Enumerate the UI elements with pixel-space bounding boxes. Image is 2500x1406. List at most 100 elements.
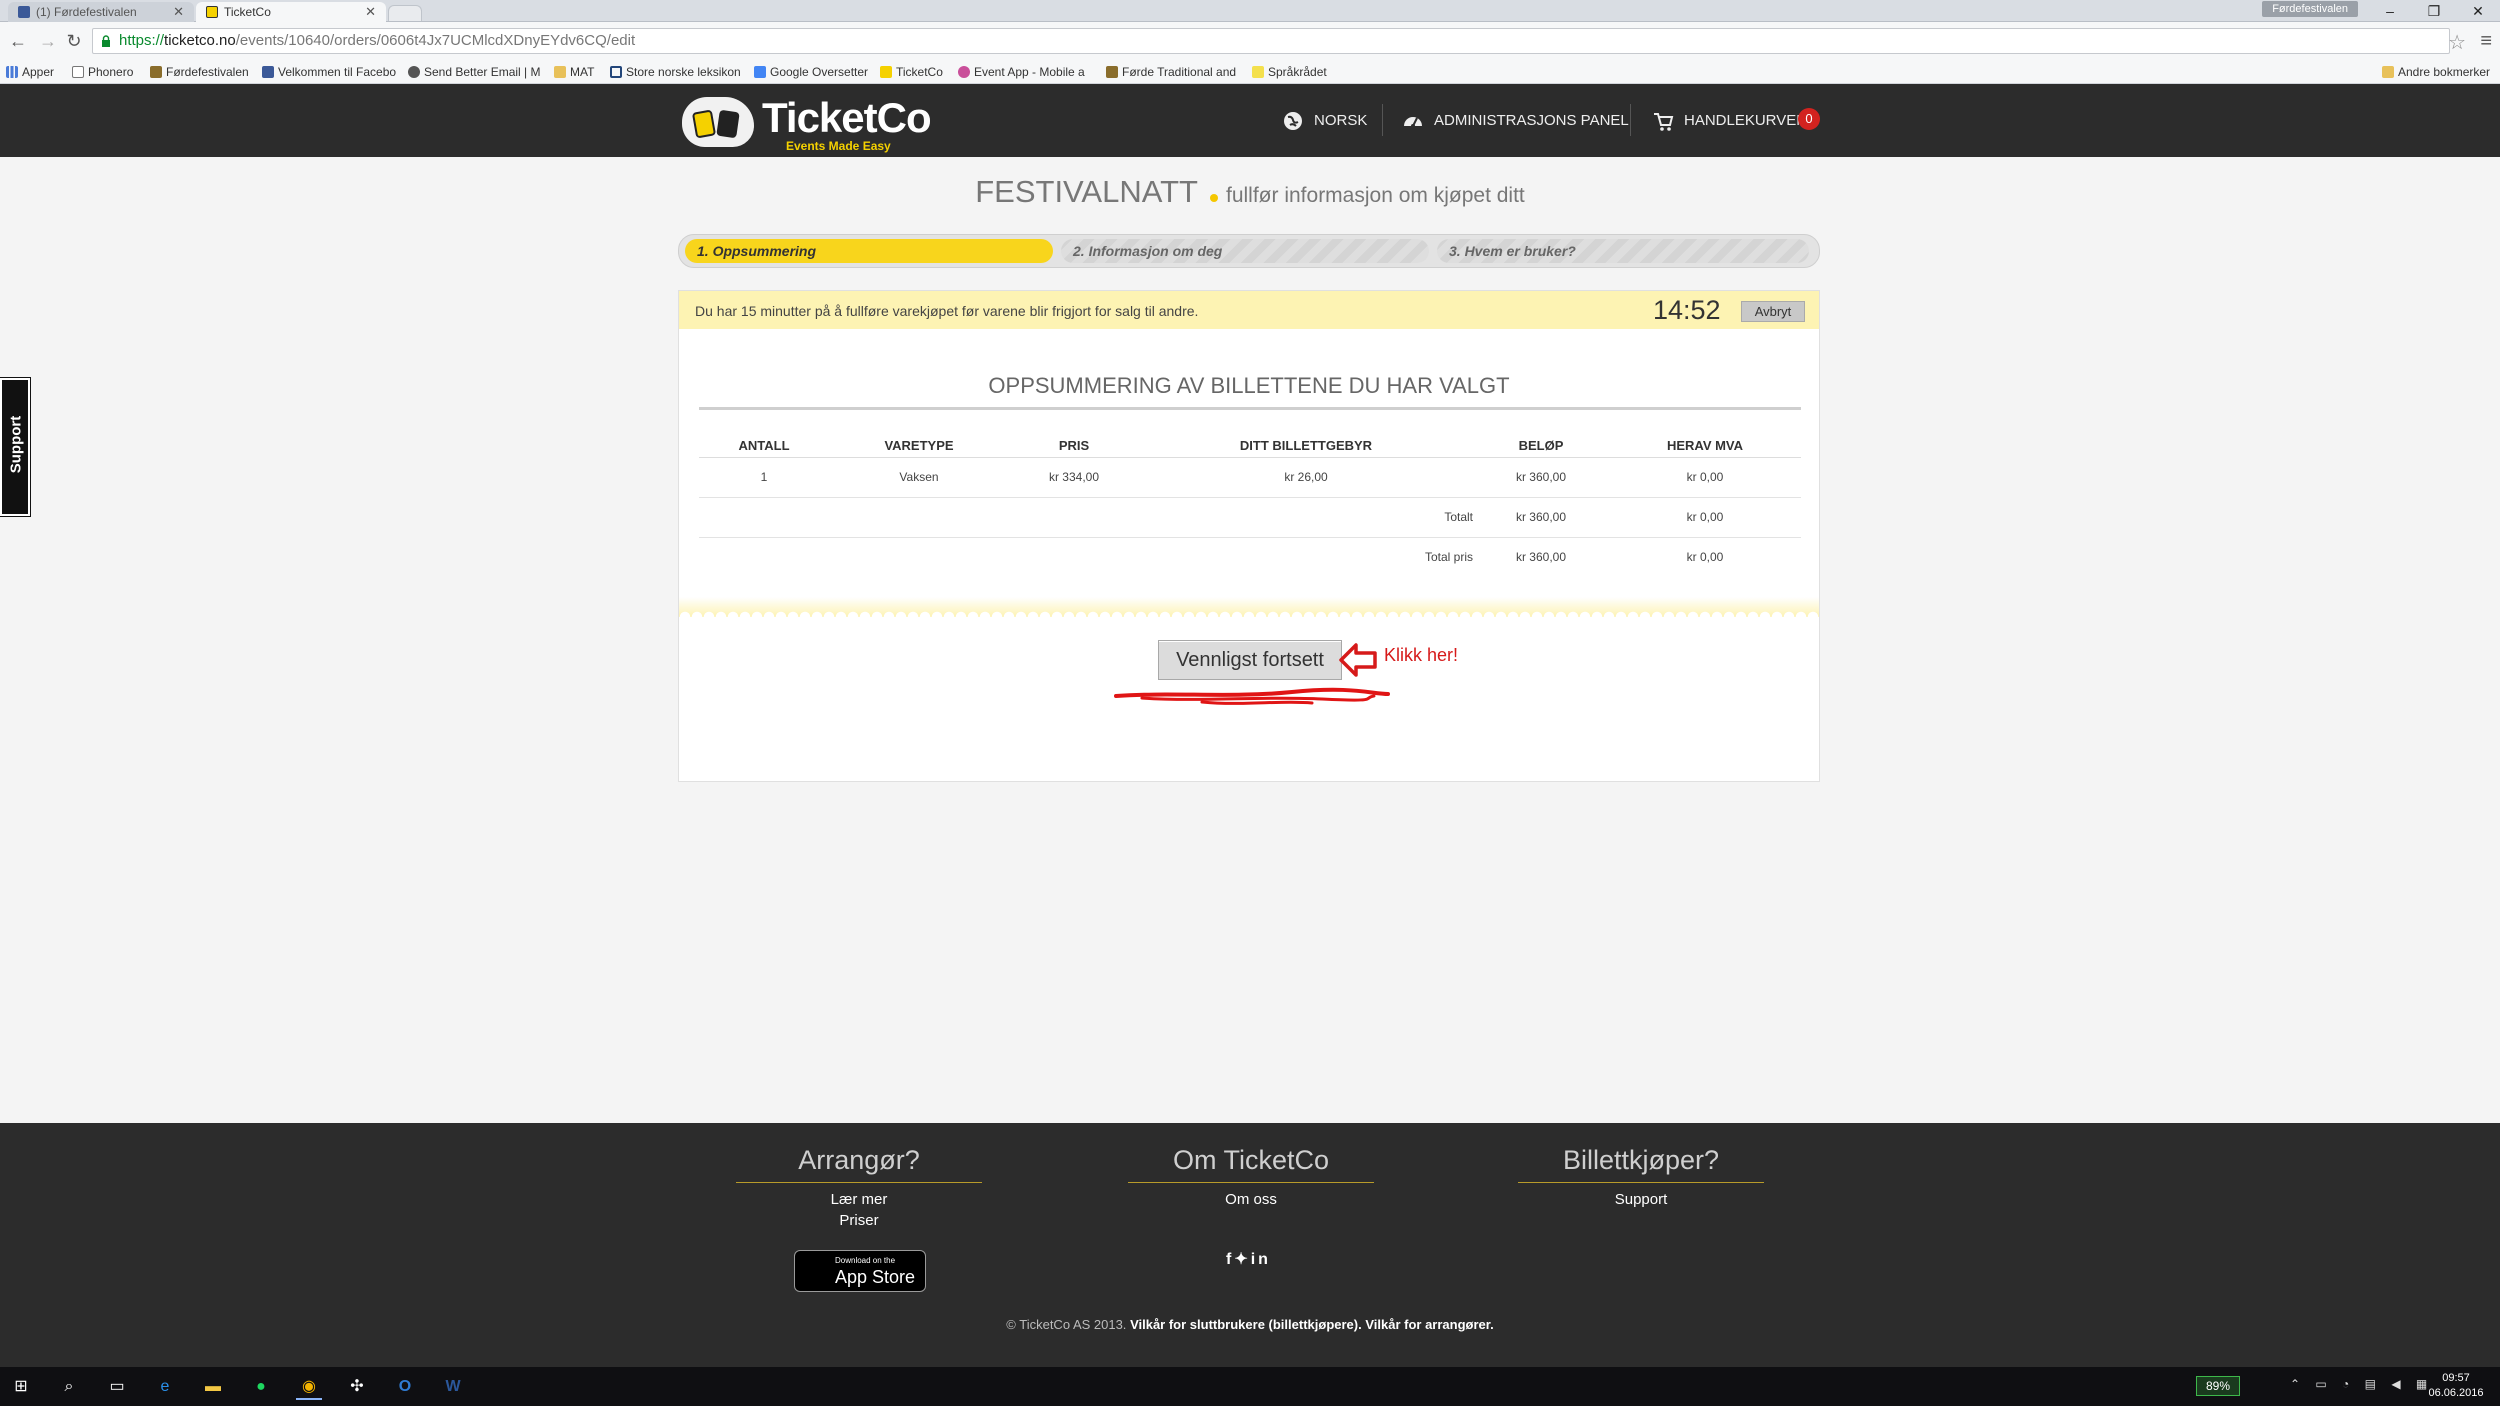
bookmark-forde-traditional[interactable]: Førde Traditional and [1104,60,1236,84]
snl-icon [610,66,622,78]
tidal-icon[interactable]: ✣ [344,1374,370,1400]
step-informasjon: 2. Informasjon om deg [1061,239,1429,263]
language-selector[interactable]: NORSK [1282,110,1367,132]
bookmark-event-app[interactable]: Event App - Mobile a [956,60,1085,84]
reload-icon[interactable]: ↻ [62,29,86,53]
column-header: PRIS [1009,435,1139,458]
bookmark-sprakradet[interactable]: Språkrådet [1250,60,1327,84]
file-explorer-icon[interactable]: ▬ [200,1374,226,1400]
bookmark-ticketco[interactable]: TicketCo [878,60,943,84]
shopping-cart-link[interactable]: HANDLEKURVEN [1652,110,1807,132]
cell-mva: kr 0,00 [1609,497,1801,538]
system-tray-icons[interactable]: ⌃ ▭ ◔ ▤ ◀ ▦ [2290,1377,2433,1391]
cancel-button[interactable]: Avbryt [1741,301,1805,322]
cell-gebyr: kr 26,00 [1139,457,1473,498]
google-translate-icon [754,66,766,78]
total-price-row: Total pris kr 360,00 kr 0,00 [699,537,1801,577]
chrome-icon[interactable]: ◉ [296,1374,322,1400]
linkedin-icon[interactable]: in [1251,1251,1271,1268]
browser-menu-icon[interactable]: ≡ [2480,30,2492,53]
footer-link-om-oss[interactable]: Om oss [1128,1191,1374,1208]
bookmark-star-icon[interactable]: ☆ [2448,30,2466,55]
continue-button[interactable]: Vennligst fortsett [1158,640,1342,680]
browser-tab-strip: (1) Førdefestivalen ✕ TicketCo ✕ Førdefe… [0,0,2500,22]
close-icon[interactable]: ✕ [365,2,376,22]
bookmark-other[interactable]: Andre bokmerker [2380,60,2490,84]
spotify-icon[interactable]: ● [248,1374,274,1400]
ticketco-mascot-icon [682,97,754,147]
folder-icon [2382,66,2394,78]
bookmark-apper[interactable]: Apper [4,60,54,84]
bookmarks-bar: Apper Phonero Førdefestivalen Velkommen … [0,60,2500,84]
url-scheme-host: https://ticketco.no [119,32,236,49]
logo-tagline: Events Made Easy [786,139,891,153]
copyright: © TicketCo AS 2013. Vilkår for sluttbruk… [1006,1317,1494,1332]
new-tab-button[interactable] [388,5,422,21]
left-arrow-annotation-icon [1339,643,1377,677]
nav-separator [1630,104,1631,136]
festival-icon [150,66,162,78]
footer-link-priser[interactable]: Priser [736,1212,982,1229]
outlook-icon[interactable]: O [392,1374,418,1400]
bookmark-send-better-email[interactable]: Send Better Email | M [406,60,541,84]
table-header-row: ANTALL VARETYPE PRIS DITT BILLETTGEBYR B… [699,435,1801,458]
bookmark-mat[interactable]: MAT [552,60,594,84]
windows-taskbar: ⊞ ⌕ ▭ e ▬ ● ◉ ✣ O W 89% ⌃ ▭ ◔ ▤ ◀ ▦ 09:5… [0,1367,2500,1406]
lock-icon [102,35,110,47]
browser-tab-fordefestivalen[interactable]: (1) Førdefestivalen ✕ [8,2,194,22]
step-hvem-er-bruker: 3. Hvem er bruker? [1437,239,1809,263]
bookmark-fordefestivalen[interactable]: Førdefestivalen [148,60,249,84]
cell-mva: kr 0,00 [1686,550,1724,565]
ticket-perforation [679,607,1819,617]
window-close-icon[interactable]: ✕ [2456,0,2500,22]
footer-link-laer-mer[interactable]: Lær mer [736,1191,982,1208]
admin-panel-link[interactable]: ADMINISTRASJONS PANEL [1402,110,1629,132]
site-header: TicketCo Events Made Easy NORSK ADMINIST… [0,84,2500,157]
cell-pris: kr 334,00 [1009,457,1139,498]
terms-users-link[interactable]: Vilkår for sluttbrukere (billettkjøpere)… [1130,1317,1362,1332]
windows-start-icon[interactable]: ⊞ [8,1374,34,1400]
table-row: 1 Vaksen kr 334,00 kr 26,00 kr 360,00 kr… [699,457,1801,498]
totals-row: Totalt kr 360,00 kr 0,00 [699,497,1801,538]
email-icon [408,66,420,78]
close-icon[interactable]: ✕ [173,2,184,22]
globe-icon [1284,112,1302,130]
task-view-icon[interactable]: ▭ [104,1374,130,1400]
bookmark-phonero[interactable]: Phonero [70,60,133,84]
social-links: f✦in [1226,1249,1271,1269]
site-footer: Arrangør? Lær mer Priser Om TicketCo Om … [0,1123,2500,1367]
cell-belop: kr 360,00 [1515,550,1567,565]
search-icon[interactable]: ⌕ [56,1374,82,1400]
column-header: VARETYPE [829,435,1009,458]
facebook-icon [262,66,274,78]
word-icon[interactable]: W [440,1374,466,1400]
facebook-icon [18,6,30,18]
column-header: HERAV MVA [1609,435,1801,458]
forward-arrow-icon[interactable]: → [36,29,60,53]
battery-indicator[interactable]: 89% [2196,1376,2240,1396]
column-header: ANTALL [699,435,829,458]
ticket-summary-table: ANTALL VARETYPE PRIS DITT BILLETTGEBYR B… [699,435,1801,577]
footer-link-support[interactable]: Support [1518,1191,1764,1208]
cell-mva: kr 0,00 [1609,457,1801,498]
system-clock[interactable]: 09:57 06.06.2016 [2424,1371,2488,1401]
twitter-icon[interactable]: ✦ [1234,1251,1250,1268]
cell-belop: kr 360,00 [1473,457,1609,498]
terms-organizers-link[interactable]: Vilkår for arrangører. [1365,1317,1493,1332]
dashboard-gauge-icon [1404,117,1422,128]
bookmark-google-oversetter[interactable]: Google Oversetter [752,60,868,84]
restore-icon[interactable]: ❐ [2412,0,2456,22]
profile-chip[interactable]: Førdefestivalen [2262,1,2358,17]
app-store-badge[interactable]: Download on the App Store [794,1250,926,1292]
bookmark-snl[interactable]: Store norske leksikon [608,60,741,84]
back-arrow-icon[interactable]: ← [6,29,30,53]
support-side-tab[interactable]: Support [0,377,31,517]
browser-toolbar: ← → ↻ https://ticketco.no/events/10640/o… [0,22,2500,60]
edge-icon[interactable]: e [152,1374,178,1400]
browser-tab-ticketco[interactable]: TicketCo ✕ [196,2,386,22]
minimize-icon[interactable]: – [2368,0,2412,22]
bookmark-facebook[interactable]: Velkommen til Facebo [260,60,396,84]
ticketco-logo[interactable]: TicketCo Events Made Easy [680,91,932,153]
address-bar[interactable]: https://ticketco.no/events/10640/orders/… [92,28,2450,54]
ticketco-icon [206,6,218,18]
